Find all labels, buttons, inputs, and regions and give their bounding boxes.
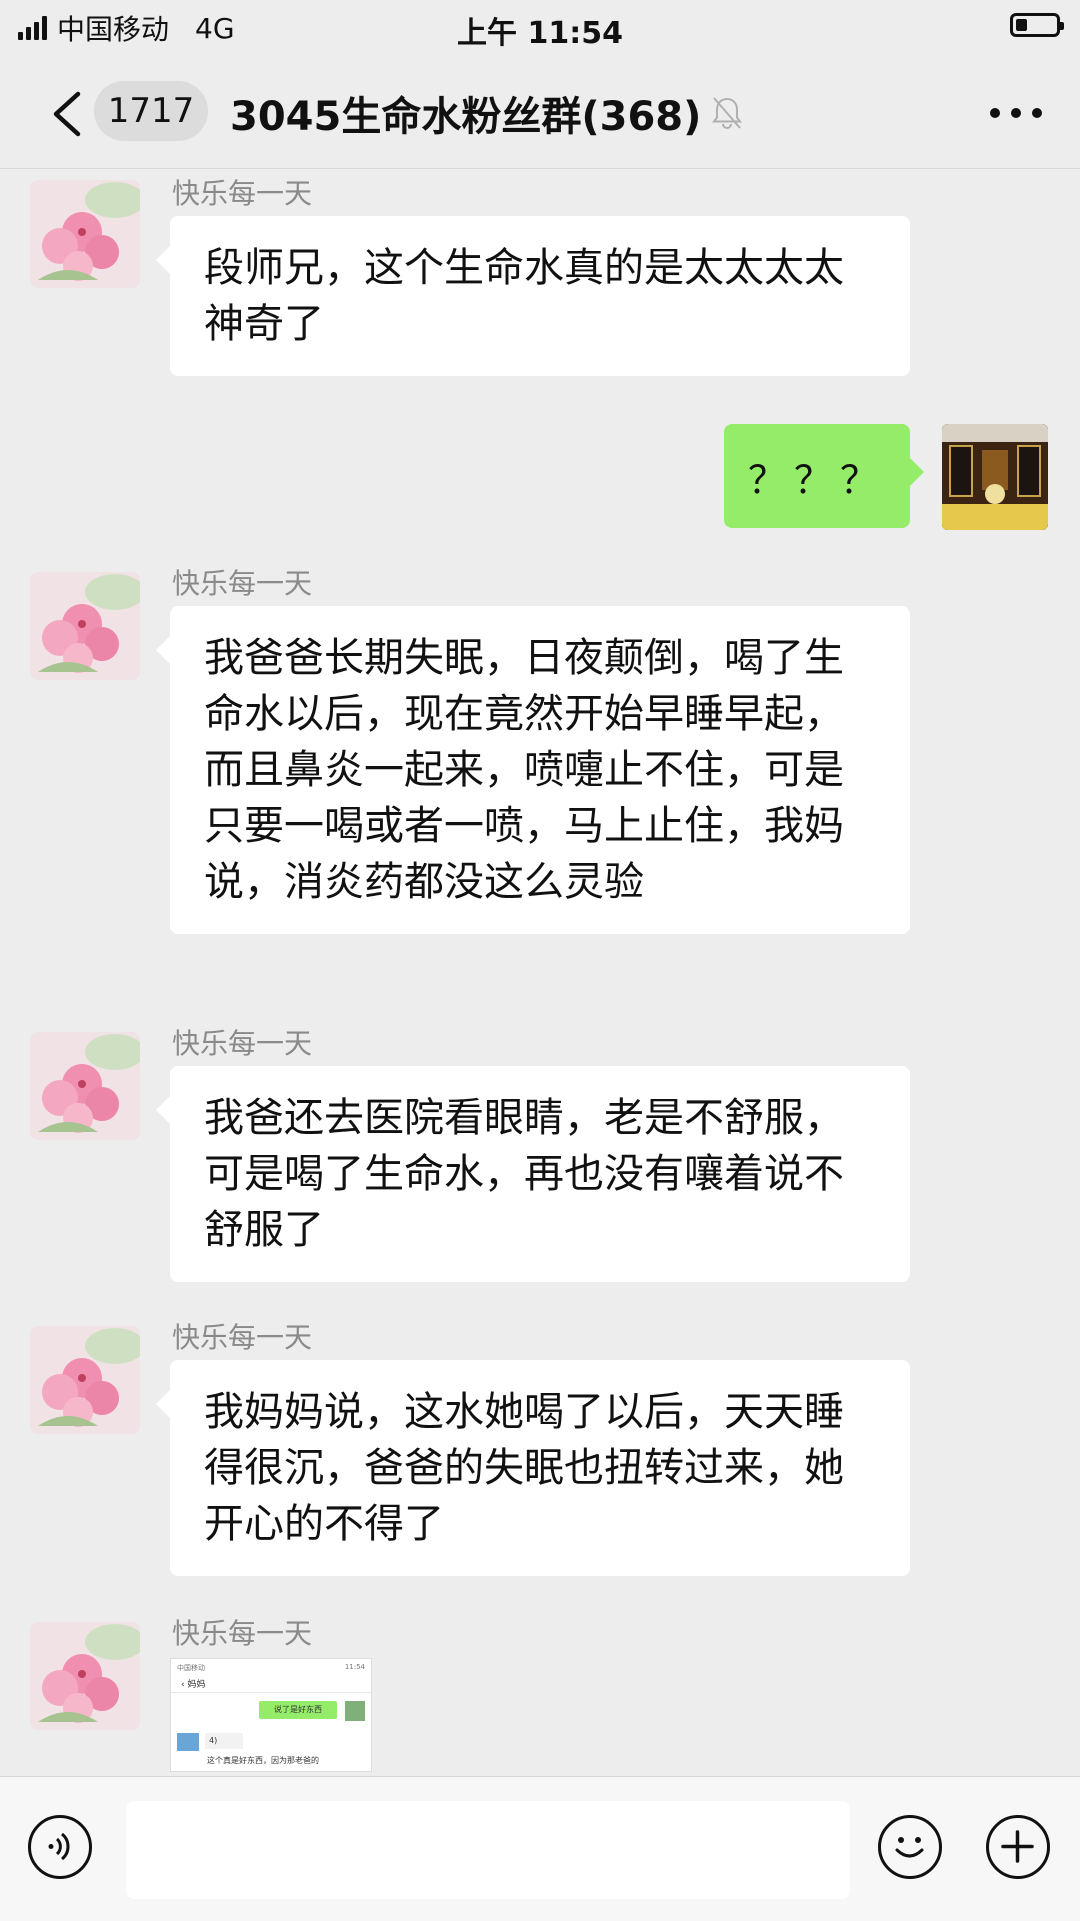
- back-icon[interactable]: [48, 90, 86, 138]
- image-message-thumbnail[interactable]: 中国移动 11:54 ‹ 妈妈 说了是好东西 4) 这个真是好东西，因为那老爸的: [170, 1658, 372, 1772]
- avatar[interactable]: [30, 1622, 140, 1730]
- thumb-voice-message: 4): [205, 1733, 243, 1749]
- thumb-divider: [171, 1692, 371, 1693]
- sender-name: 快乐每一天: [172, 177, 313, 210]
- thumb-status-bar: 中国移动 11:54: [177, 1663, 365, 1673]
- title-group: 3045生命水粉丝群(368): [230, 82, 747, 144]
- input-bar: [0, 1776, 1080, 1921]
- my-avatar[interactable]: [942, 424, 1048, 530]
- sender-name: 快乐每一天: [172, 567, 313, 600]
- thumb-carrier: 中国移动: [177, 1664, 205, 1672]
- mute-bell-icon: [712, 97, 743, 130]
- message-bubble[interactable]: 段师兄，这个生命水真的是太太太太神奇了: [156, 216, 910, 376]
- message-bubble-sent[interactable]: ？？？: [724, 424, 924, 528]
- voice-icon[interactable]: [28, 1815, 92, 1879]
- avatar[interactable]: [30, 572, 140, 680]
- message-bubble[interactable]: 我爸还去医院看眼睛，老是不舒服，可是喝了生命水，再也没有嚷着说不舒服了: [156, 1066, 910, 1282]
- avatar[interactable]: [30, 1326, 140, 1434]
- thumb-avatar: [345, 1701, 365, 1721]
- battery-icon: [1010, 13, 1064, 37]
- sender-name: 快乐每一天: [172, 1617, 313, 1650]
- status-bar: 中国移动 4G 上午 11:54: [0, 0, 1080, 56]
- unread-count-badge[interactable]: 1717: [94, 81, 208, 141]
- chat-header: 1717 3045生命水粉丝群(368): [0, 56, 1080, 169]
- sender-name: 快乐每一天: [172, 1027, 313, 1060]
- thumb-text: 这个真是好东西，因为那老爸的: [207, 1756, 319, 1765]
- status-time: 上午 11:54: [457, 16, 623, 51]
- avatar[interactable]: [30, 1032, 140, 1140]
- page-title: 3045生命水粉丝群(368): [230, 94, 702, 140]
- battery-level: [1016, 19, 1027, 31]
- more-icon[interactable]: [990, 108, 1042, 122]
- sender-name: 快乐每一天: [172, 1321, 313, 1354]
- emoji-icon[interactable]: [878, 1815, 942, 1879]
- thumb-sent-bubble: 说了是好东西: [259, 1701, 337, 1719]
- thumb-title-text: 妈妈: [187, 1680, 206, 1690]
- message-bubble[interactable]: 我爸爸长期失眠，日夜颠倒，喝了生命水以后，现在竟然开始早睡早起，而且鼻炎一起来，…: [156, 606, 910, 934]
- avatar[interactable]: [30, 180, 140, 288]
- message-input[interactable]: [126, 1801, 850, 1899]
- thumb-avatar: [177, 1733, 199, 1751]
- thumb-chat-title: ‹ 妈妈: [181, 1680, 206, 1690]
- message-bubble[interactable]: 我妈妈说，这水她喝了以后，天天睡得很沉，爸爸的失眠也扭转过来，她开心的不得了: [156, 1360, 910, 1576]
- plus-icon[interactable]: [986, 1815, 1050, 1879]
- thumb-time: 11:54: [344, 1663, 365, 1671]
